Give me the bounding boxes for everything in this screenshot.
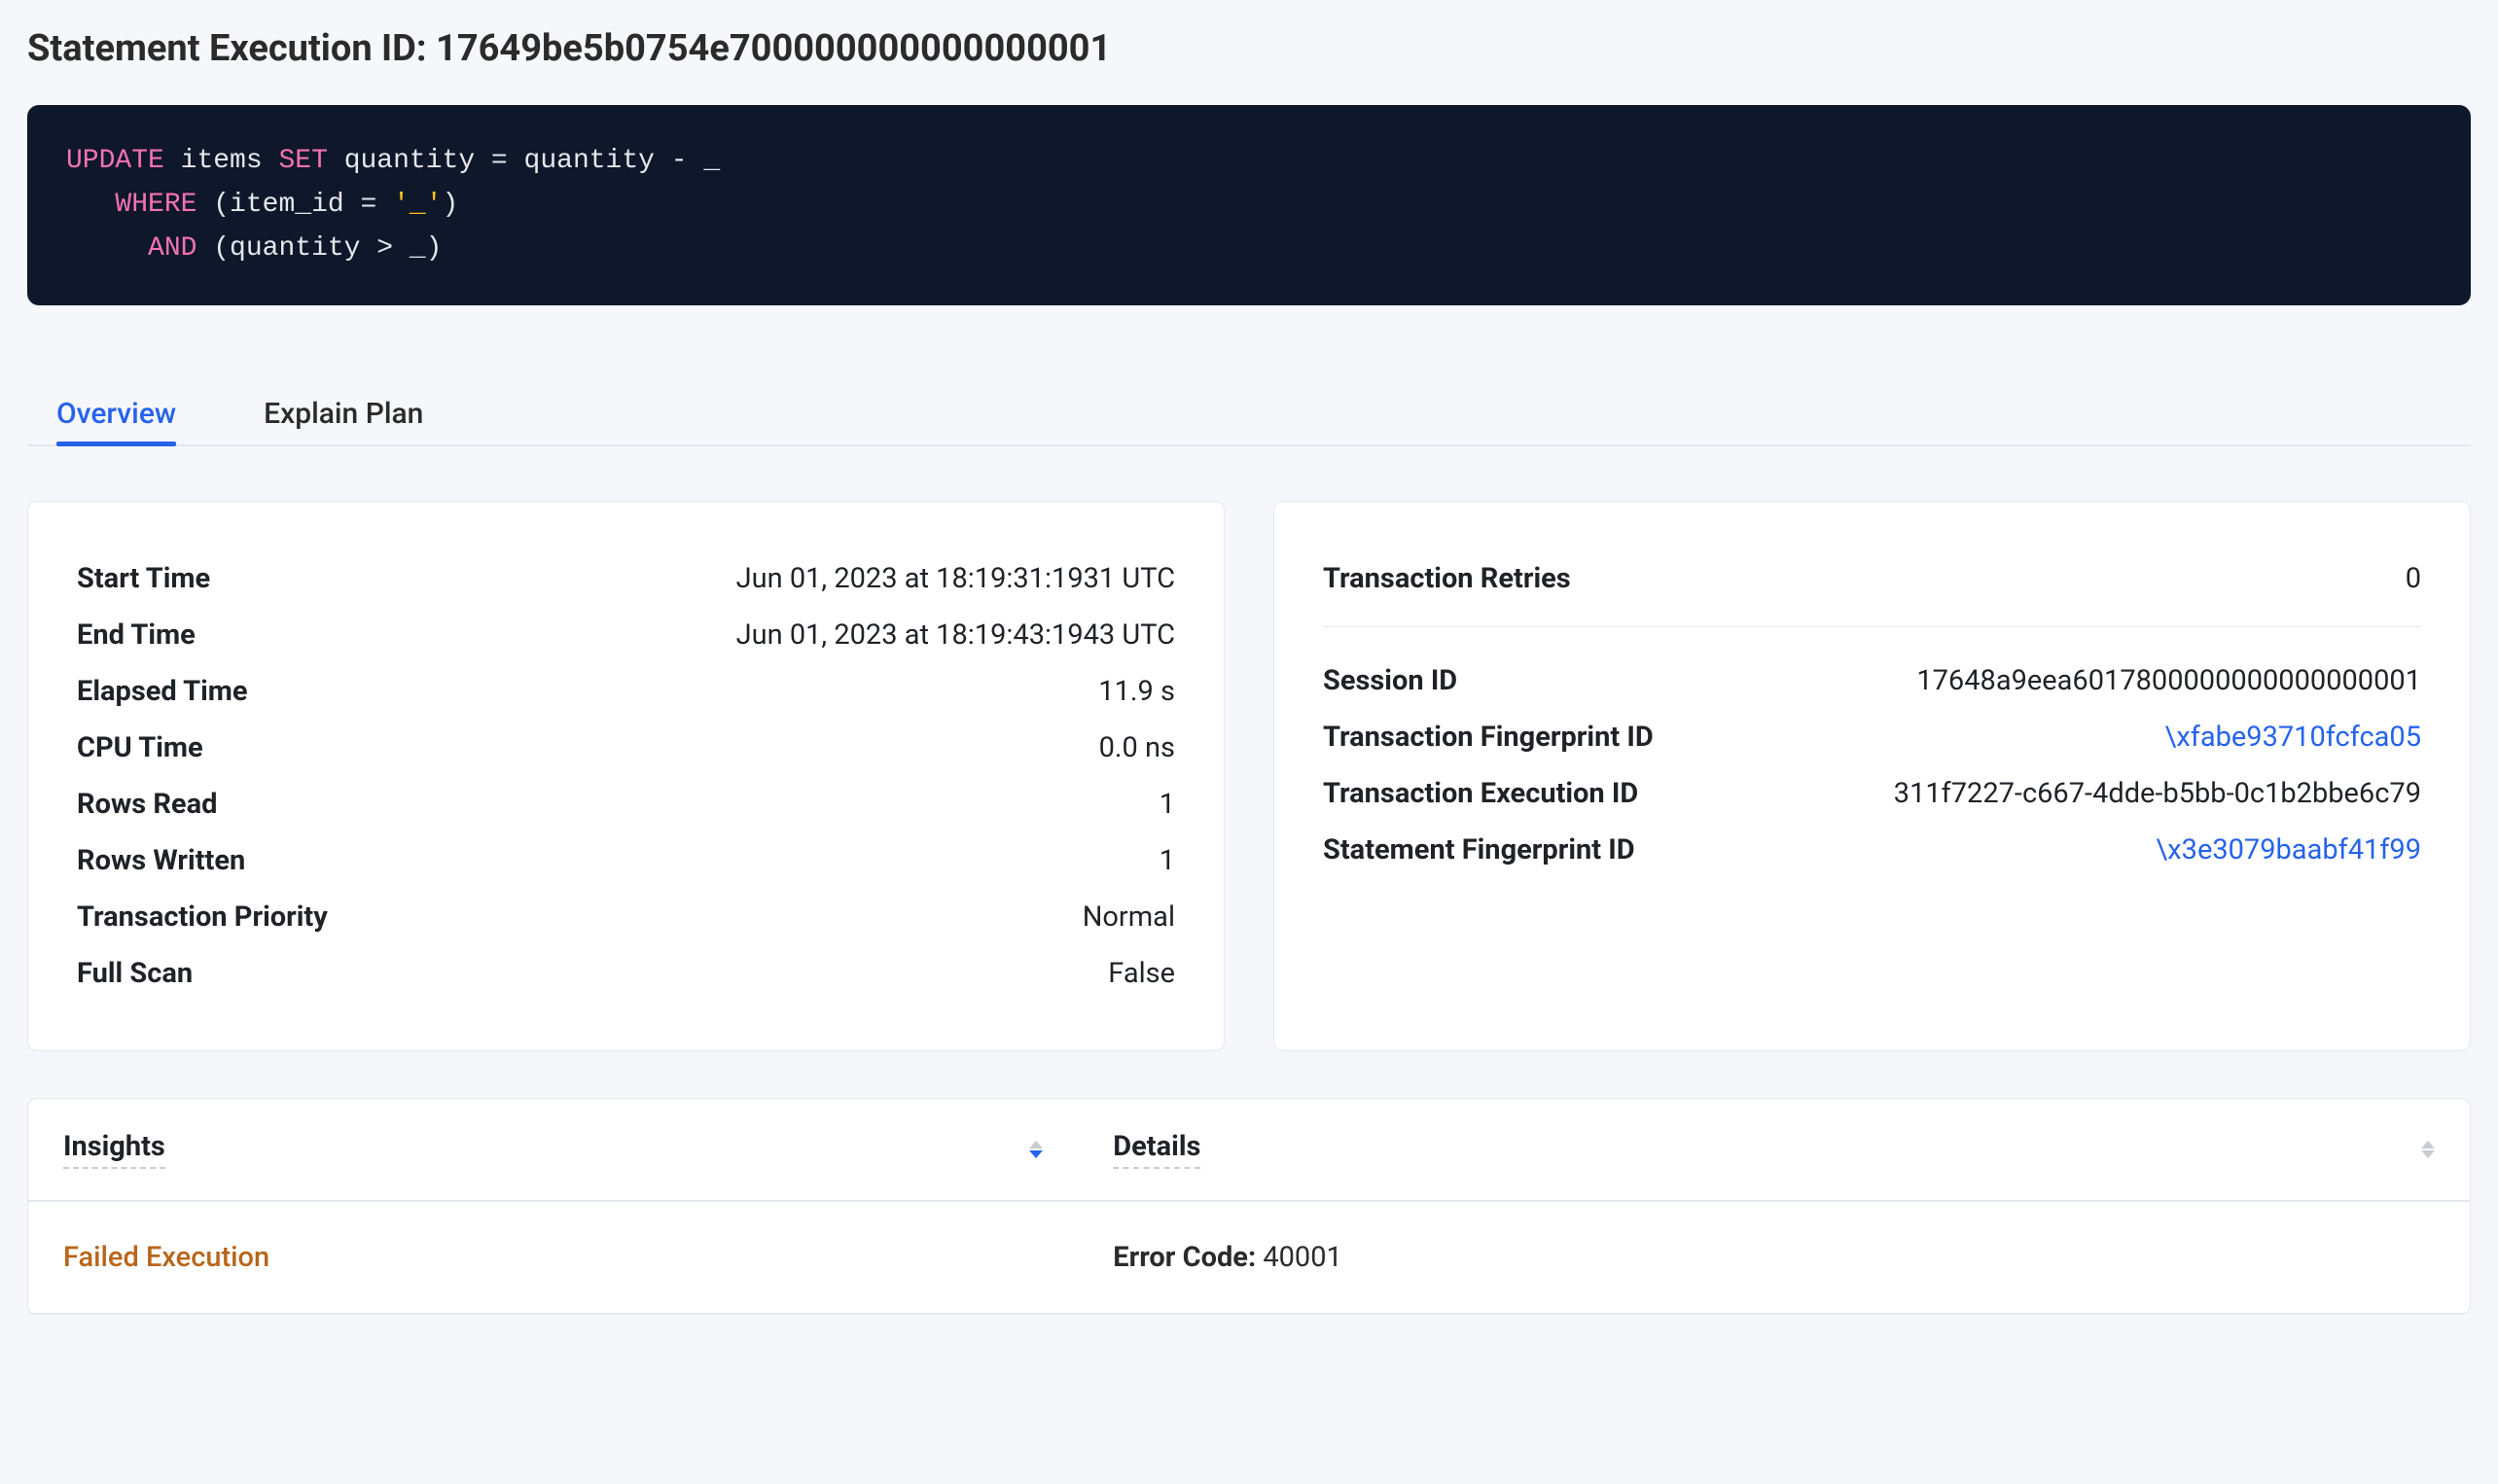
sql-block: UPDATE items SET quantity = quantity - _… — [27, 105, 2471, 305]
insights-table-head: Insights Details — [28, 1099, 2470, 1202]
kv-value: 11.9 s — [1098, 675, 1175, 708]
kv-row: Rows Written 1 — [77, 832, 1175, 889]
execution-id: 17649be5b0754e700000000000000001 — [436, 27, 1111, 70]
title-prefix: Statement Execution ID: — [27, 27, 436, 70]
tabs: Overview Explain Plan — [27, 383, 2471, 446]
sql-keyword: AND — [148, 233, 196, 264]
kv-label: Transaction Execution ID — [1323, 777, 1638, 810]
column-label: Details — [1113, 1130, 1200, 1169]
tab-overview[interactable]: Overview — [56, 383, 176, 444]
kv-label: Session ID — [1323, 664, 1457, 697]
kv-row: Transaction Priority Normal — [77, 889, 1175, 945]
sql-text: quantity = quantity - _ — [344, 146, 720, 176]
overview-left-card: Start Time Jun 01, 2023 at 18:19:31:1931… — [27, 501, 1225, 1051]
kv-row: Transaction Execution ID 311f7227-c667-4… — [1323, 765, 2421, 822]
insights-column-header[interactable]: Insights — [28, 1099, 1078, 1200]
kv-row: Start Time Jun 01, 2023 at 18:19:31:1931… — [77, 550, 1175, 607]
sql-text: (quantity > _) — [213, 233, 442, 264]
kv-label: Start Time — [77, 562, 210, 595]
kv-label: Transaction Priority — [77, 901, 328, 934]
sort-up-icon — [1029, 1141, 1043, 1148]
kv-value: 1 — [1160, 788, 1175, 821]
kv-label: Transaction Retries — [1323, 562, 1571, 595]
kv-label: CPU Time — [77, 731, 203, 764]
kv-label: Full Scan — [77, 957, 193, 990]
sql-keyword: SET — [278, 146, 327, 176]
column-label: Insights — [63, 1130, 165, 1169]
kv-value: 1 — [1160, 844, 1175, 877]
tab-explain-plan[interactable]: Explain Plan — [264, 383, 423, 444]
kv-row: Full Scan False — [77, 945, 1175, 1002]
kv-row: CPU Time 0.0 ns — [77, 720, 1175, 776]
kv-row: Session ID 17648a9eea6017800000000000000… — [1323, 653, 2421, 709]
kv-row: Elapsed Time 11.9 s — [77, 663, 1175, 720]
detail-value: 40001 — [1256, 1241, 1342, 1274]
sort-down-icon — [1029, 1150, 1043, 1158]
sql-string: '_' — [393, 190, 442, 220]
statement-fingerprint-link[interactable]: \x3e3079baabf41f99 — [2156, 833, 2421, 866]
sort-icon[interactable] — [2421, 1141, 2435, 1158]
sql-ident: items — [181, 146, 263, 176]
kv-value: 311f7227-c667-4dde-b5bb-0c1b2bbe6c79 — [1894, 777, 2421, 810]
divider — [1323, 626, 2421, 627]
sql-text: ) — [443, 190, 459, 220]
kv-label: Rows Written — [77, 844, 245, 877]
sql-keyword: WHERE — [115, 190, 196, 220]
kv-row: Rows Read 1 — [77, 776, 1175, 832]
kv-value: Jun 01, 2023 at 18:19:43:1943 UTC — [736, 618, 1175, 652]
kv-value: 0 — [2406, 562, 2421, 595]
sort-down-icon — [2421, 1150, 2435, 1158]
kv-label: Transaction Fingerprint ID — [1323, 721, 1654, 754]
overview-right-card: Transaction Retries 0 Session ID 17648a9… — [1273, 501, 2471, 1051]
kv-label: Rows Read — [77, 788, 217, 821]
kv-label: Elapsed Time — [77, 675, 248, 708]
transaction-fingerprint-link[interactable]: \xfabe93710fcfca05 — [2164, 721, 2421, 754]
kv-label: End Time — [77, 618, 196, 652]
page-title: Statement Execution ID: 17649be5b0754e70… — [27, 27, 2471, 70]
kv-value: 0.0 ns — [1099, 731, 1175, 764]
sql-keyword: UPDATE — [66, 146, 164, 176]
kv-value: Jun 01, 2023 at 18:19:31:1931 UTC — [736, 562, 1175, 595]
insight-detail: Error Code: 40001 — [1078, 1202, 2470, 1313]
kv-value: 17648a9eea6017800000000000000001 — [1916, 664, 2421, 697]
detail-label: Error Code: — [1113, 1241, 1256, 1274]
sort-up-icon — [2421, 1141, 2435, 1148]
sort-icon[interactable] — [1029, 1141, 1043, 1158]
insight-name[interactable]: Failed Execution — [28, 1202, 1078, 1313]
kv-row: End Time Jun 01, 2023 at 18:19:43:1943 U… — [77, 607, 1175, 663]
table-row: Failed Execution Error Code: 40001 — [28, 1202, 2470, 1314]
kv-row: Transaction Fingerprint ID \xfabe93710fc… — [1323, 709, 2421, 765]
kv-label: Statement Fingerprint ID — [1323, 833, 1635, 866]
kv-value: False — [1108, 957, 1175, 990]
sql-text: (item_id = — [213, 190, 393, 220]
kv-row: Statement Fingerprint ID \x3e3079baabf41… — [1323, 822, 2421, 878]
kv-value: Normal — [1083, 901, 1175, 934]
kv-row: Transaction Retries 0 — [1323, 550, 2421, 607]
insights-card: Insights Details Failed Execution Error … — [27, 1098, 2471, 1315]
details-column-header[interactable]: Details — [1078, 1099, 2470, 1200]
